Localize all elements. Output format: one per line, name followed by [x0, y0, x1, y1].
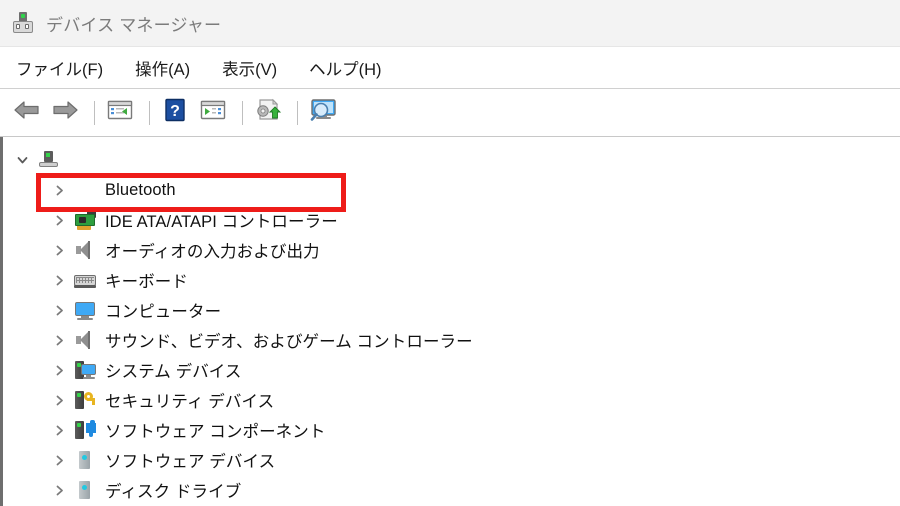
tree-row-security-devices[interactable]: セキュリティ デバイス — [3, 385, 900, 415]
tree-label-system-devices: システム デバイス — [105, 363, 242, 381]
bluetooth-icon — [74, 179, 96, 201]
monitor-icon — [74, 299, 96, 321]
properties-panel-icon — [200, 99, 226, 126]
chevron-right-icon[interactable] — [50, 391, 68, 409]
toolbar-separator-4 — [297, 100, 298, 125]
chevron-right-icon[interactable] — [50, 421, 68, 439]
security-device-icon — [74, 389, 96, 411]
forward-button[interactable] — [48, 96, 82, 130]
device-manager-window: デバイス マネージャー ファイル(F) 操作(A) 表示(V) ヘルプ(H) ?… — [0, 0, 900, 506]
chevron-right-icon[interactable] — [50, 481, 68, 499]
tree-row-bluetooth[interactable]: Bluetooth — [3, 175, 900, 205]
tree-label-disk-drives: ディスク ドライブ — [105, 483, 242, 501]
tree-row-disk-drives[interactable]: ディスク ドライブ — [3, 475, 900, 505]
chevron-right-icon[interactable] — [50, 181, 68, 199]
title-bar: デバイス マネージャー — [0, 0, 900, 47]
chevron-right-icon[interactable] — [50, 451, 68, 469]
tree-row-software-devices[interactable]: ソフトウェア デバイス — [3, 445, 900, 475]
keyboard-icon — [74, 269, 96, 291]
forward-arrow-icon — [51, 98, 79, 127]
tree-label-security-devices: セキュリティ デバイス — [105, 393, 275, 411]
svg-text:?: ? — [170, 103, 180, 120]
tree-row-system-devices[interactable]: システム デバイス — [3, 355, 900, 385]
tree-label-audio-io: オーディオの入力および出力 — [105, 243, 320, 261]
toolbar-separator-2 — [149, 100, 150, 125]
system-device-icon — [74, 359, 96, 381]
tree-label-computer: コンピューター — [105, 303, 222, 321]
tree-label-keyboard: キーボード — [105, 273, 188, 291]
tree-label-ide-controller: IDE ATA/ATAPI コントローラー — [105, 213, 338, 231]
menu-action[interactable]: 操作(A) — [133, 54, 192, 82]
menu-file[interactable]: ファイル(F) — [14, 54, 105, 82]
chevron-right-icon[interactable] — [50, 241, 68, 259]
computer-root-icon — [37, 149, 59, 171]
chevron-right-icon[interactable] — [50, 271, 68, 289]
chevron-right-icon[interactable] — [50, 331, 68, 349]
speaker-icon — [74, 329, 96, 351]
chevron-down-icon[interactable] — [13, 151, 31, 169]
chevron-right-icon[interactable] — [50, 301, 68, 319]
tree-label-sound-video-game: サウンド、ビデオ、およびゲーム コントローラー — [105, 333, 473, 351]
toolbar-separator-3 — [242, 100, 243, 125]
menu-view[interactable]: 表示(V) — [220, 54, 279, 82]
tree-label-software-devices: ソフトウェア デバイス — [105, 453, 276, 471]
properties-button[interactable] — [196, 96, 230, 130]
device-tree-panel[interactable]: Bluetooth IDE ATA/ATAPI コントローラー オーディオの入力… — [0, 137, 900, 506]
tree-label-bluetooth: Bluetooth — [105, 180, 176, 199]
tree-label-software-components: ソフトウェア コンポーネント — [105, 423, 326, 441]
device-tree: Bluetooth IDE ATA/ATAPI コントローラー オーディオの入力… — [3, 137, 900, 505]
toolbar: ? — [0, 89, 900, 137]
menu-help[interactable]: ヘルプ(H) — [307, 54, 383, 82]
ide-controller-icon — [74, 209, 96, 231]
hide-console-tree-button[interactable] — [103, 96, 137, 130]
console-tree-icon — [107, 99, 133, 126]
scan-hardware-changes-button[interactable] — [306, 96, 340, 130]
software-component-icon — [74, 419, 96, 441]
tree-row-root[interactable] — [3, 145, 900, 175]
chevron-right-icon[interactable] — [50, 361, 68, 379]
speaker-icon — [74, 239, 96, 261]
tree-row-sound-video-game[interactable]: サウンド、ビデオ、およびゲーム コントローラー — [3, 325, 900, 355]
help-question-icon: ? — [164, 98, 186, 127]
help-button[interactable]: ? — [158, 96, 192, 130]
chevron-right-icon[interactable] — [50, 211, 68, 229]
back-arrow-icon — [13, 98, 41, 127]
update-driver-icon — [254, 98, 282, 127]
tree-row-ide-controller[interactable]: IDE ATA/ATAPI コントローラー — [3, 205, 900, 235]
scan-hardware-icon — [309, 98, 337, 127]
toolbar-separator-1 — [94, 100, 95, 125]
tree-row-software-components[interactable]: ソフトウェア コンポーネント — [3, 415, 900, 445]
device-manager-icon — [10, 10, 36, 36]
menu-bar: ファイル(F) 操作(A) 表示(V) ヘルプ(H) — [0, 47, 900, 89]
window-title: デバイス マネージャー — [46, 15, 222, 35]
tree-row-audio-io[interactable]: オーディオの入力および出力 — [3, 235, 900, 265]
update-driver-button[interactable] — [251, 96, 285, 130]
tree-row-keyboard[interactable]: キーボード — [3, 265, 900, 295]
disk-drive-icon — [74, 479, 96, 501]
software-device-icon — [74, 449, 96, 471]
back-button[interactable] — [10, 96, 44, 130]
tree-row-computer[interactable]: コンピューター — [3, 295, 900, 325]
